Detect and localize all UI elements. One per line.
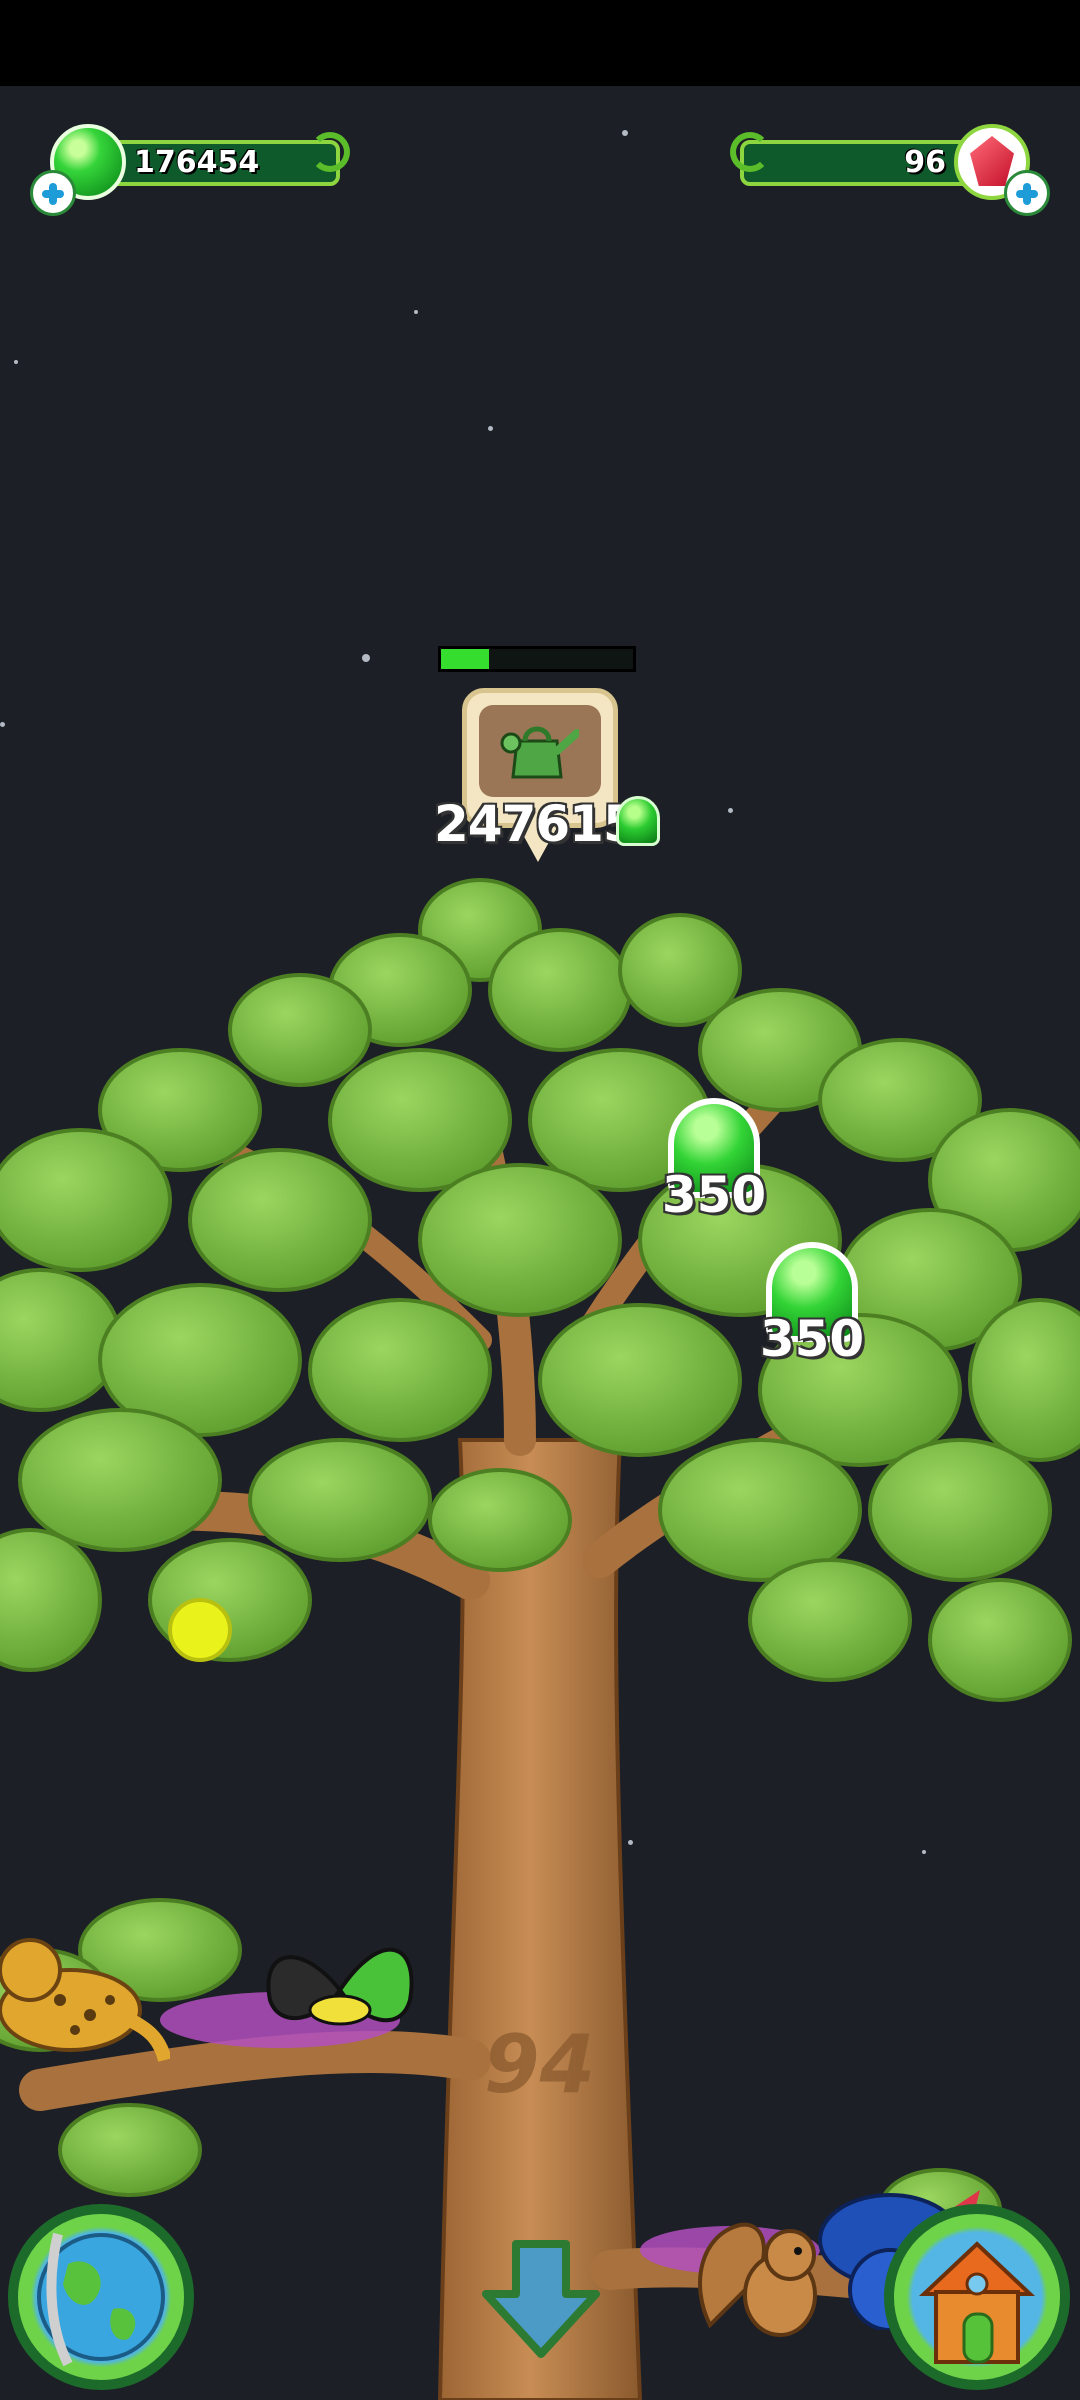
scroll-down-button[interactable]	[476, 2234, 606, 2364]
gem-currency-counter: 176454	[30, 118, 350, 216]
star	[362, 654, 370, 662]
reward-value: 350	[661, 1166, 767, 1224]
star	[14, 360, 18, 364]
home-button[interactable]	[884, 2204, 1070, 2390]
vine-decoration-icon	[730, 132, 770, 172]
gem-reward-bubble[interactable]: 350	[654, 1098, 774, 1238]
house-icon	[918, 2241, 1036, 2364]
star	[414, 310, 418, 314]
status-bar	[0, 0, 1080, 86]
watering-progress-bar	[438, 646, 636, 672]
watering-badge-inner	[479, 705, 601, 797]
watering-progress-fill	[441, 649, 489, 669]
crystal-counter-bar: 96	[740, 140, 990, 186]
butterfly-icon	[266, 1947, 414, 2026]
tree	[0, 878, 1080, 2400]
globe-icon	[37, 2232, 165, 2367]
crystal-count: 96	[904, 145, 946, 180]
gem-counter-bar: 176454	[90, 140, 340, 186]
cheetah-icon	[0, 1938, 170, 2062]
star	[728, 808, 733, 813]
watering-can-icon	[500, 726, 579, 779]
down-arrow-icon	[482, 2240, 600, 2358]
gem-reward-bubble[interactable]: 350	[752, 1242, 872, 1382]
star	[0, 722, 5, 727]
star	[622, 130, 628, 136]
crystal-currency-counter: 96	[730, 118, 1050, 216]
green-gem-icon	[616, 796, 660, 846]
add-crystals-button[interactable]	[1004, 170, 1050, 216]
globe-button[interactable]	[8, 2204, 194, 2390]
squirrel-icon	[698, 2222, 817, 2337]
gem-count: 176454	[134, 145, 260, 180]
add-gems-button[interactable]	[30, 170, 76, 216]
watering-cost: 247615	[434, 795, 638, 853]
reward-value: 350	[759, 1310, 865, 1368]
tree-level-number: 94	[484, 2018, 596, 2111]
vine-decoration-icon	[310, 132, 350, 172]
star	[488, 426, 493, 431]
